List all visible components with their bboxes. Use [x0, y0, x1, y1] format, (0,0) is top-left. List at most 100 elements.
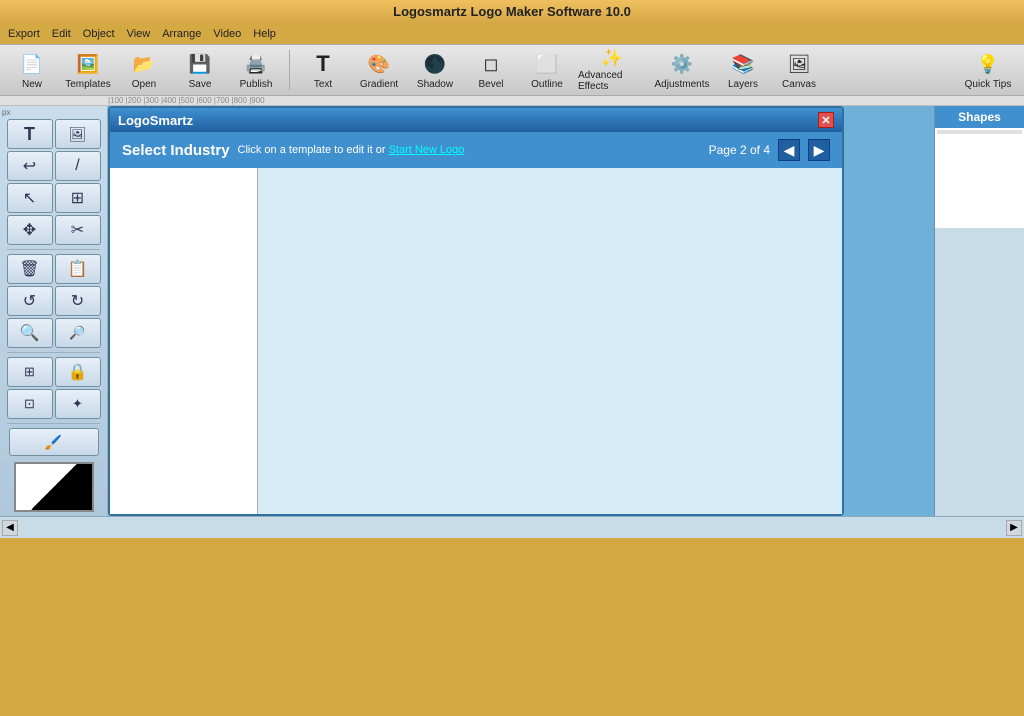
- toolbar-gradient-label: Gradient: [360, 79, 398, 90]
- shapes-grid: [935, 228, 1024, 516]
- toolbar-shadow-label: Shadow: [417, 79, 453, 90]
- toolbar-outline-label: Outline: [531, 79, 563, 90]
- menu-edit[interactable]: Edit: [52, 28, 71, 40]
- crop-tool-btn[interactable]: ⊞: [55, 183, 101, 213]
- menu-view[interactable]: View: [127, 28, 151, 40]
- toolbar-new-btn[interactable]: 📄 New: [6, 47, 58, 93]
- dialog-title: LogoSmartz: [118, 113, 193, 128]
- dialog-header-right: Page 2 of 4 ◀ ▶: [709, 139, 830, 161]
- toolbar-templates-btn[interactable]: 🖼️ Templates: [62, 47, 114, 93]
- menu-help[interactable]: Help: [253, 28, 276, 40]
- color-scroll-right-btn[interactable]: ▶: [1006, 520, 1022, 536]
- select-industry-label: Select Industry: [122, 142, 230, 159]
- toolbar-quick-tips-btn[interactable]: 💡 Quick Tips: [958, 47, 1018, 93]
- templates-icon: 🖼️: [74, 50, 102, 78]
- undo2-btn[interactable]: ↺: [7, 286, 53, 316]
- zoom-out-btn[interactable]: 🔎: [55, 318, 101, 348]
- toolbar-text-btn[interactable]: T Text: [297, 47, 349, 93]
- group-btn[interactable]: ⊡: [7, 389, 53, 419]
- select-tool-btn[interactable]: ↖: [7, 183, 53, 213]
- toolbar-adv-effects-label: Advanced Effects: [578, 70, 646, 92]
- toolbar-quick-tips-label: Quick Tips: [965, 79, 1012, 90]
- image-tool-btn[interactable]: 🖼: [55, 119, 101, 149]
- start-new-link[interactable]: Start New Logo: [389, 144, 465, 156]
- menu-arrange[interactable]: Arrange: [162, 28, 201, 40]
- dialog-header-left: Select Industry Click on a template to e…: [122, 142, 464, 159]
- new-icon: 📄: [18, 50, 46, 78]
- toolbar-text-label: Text: [314, 79, 332, 90]
- dialog-close-btn[interactable]: ✕: [818, 112, 834, 128]
- undo-btn[interactable]: ↩: [7, 151, 53, 181]
- move-tool-btn[interactable]: ✥: [7, 215, 53, 245]
- ruler-horizontal: |100 |200 |300 |400 |500 |600 |700 |800 …: [0, 96, 1024, 106]
- tool-row-8: ⊞ 🔒: [2, 357, 105, 387]
- main-row: px T 🖼 ↩ / ↖ ⊞ ✥ ✂ 🗑 📋 ↺ ↻ 🔍 🔎: [0, 106, 1024, 516]
- tool-row-4: ✥ ✂: [2, 215, 105, 245]
- star-btn[interactable]: ✦: [55, 389, 101, 419]
- menu-object[interactable]: Object: [83, 28, 115, 40]
- zoom-in-btn[interactable]: 🔍: [7, 318, 53, 348]
- redo-btn[interactable]: ↻: [55, 286, 101, 316]
- shapes-tab[interactable]: Shapes: [935, 106, 1024, 128]
- shadow-icon: 🌑: [421, 50, 449, 78]
- toolbar-bevel-label: Bevel: [478, 79, 503, 90]
- toolbar-layers-btn[interactable]: 📚 Layers: [717, 47, 769, 93]
- toolbar-bevel-btn[interactable]: ◻ Bevel: [465, 47, 517, 93]
- toolbar-open-label: Open: [132, 79, 156, 90]
- gradient-icon: 🎨: [365, 50, 393, 78]
- tool-row-9: ⊡ ✦: [2, 389, 105, 419]
- tool-separator-2: [7, 352, 100, 353]
- color-box[interactable]: [14, 462, 94, 512]
- dialog-title-bar: LogoSmartz ✕: [110, 108, 842, 132]
- toolbar: 📄 New 🖼️ Templates 📂 Open 💾 Save 🖨️ Publ…: [0, 44, 1024, 96]
- pencil-tool-btn[interactable]: /: [55, 151, 101, 181]
- save-icon: 💾: [186, 50, 214, 78]
- toolbar-sep-1: [289, 50, 290, 90]
- toolbar-new-label: New: [22, 79, 42, 90]
- tool-separator: [7, 249, 100, 250]
- toolbar-canvas-label: Canvas: [782, 79, 816, 90]
- outline-icon: ⬜: [533, 50, 561, 78]
- industry-list[interactable]: [110, 168, 258, 514]
- copy-tool-btn[interactable]: 📋: [55, 254, 101, 284]
- dialog-body: [110, 168, 842, 514]
- adjustments-icon: ⚙️: [668, 50, 696, 78]
- canvas-icon: 🖼: [785, 50, 813, 78]
- tool-row-3: ↖ ⊞: [2, 183, 105, 213]
- align-btn[interactable]: ⊞: [7, 357, 53, 387]
- delete-tool-btn[interactable]: 🗑: [7, 254, 53, 284]
- prev-page-btn[interactable]: ◀: [778, 139, 800, 161]
- left-toolbar: px T 🖼 ↩ / ↖ ⊞ ✥ ✂ 🗑 📋 ↺ ↻ 🔍 🔎: [0, 106, 108, 516]
- industry-mini-list[interactable]: [935, 128, 1024, 228]
- toolbar-adjustments-btn[interactable]: ⚙️ Adjustments: [651, 47, 713, 93]
- text-tool-btn[interactable]: T: [7, 119, 53, 149]
- right-panel: Shapes: [934, 106, 1024, 516]
- toolbar-open-btn[interactable]: 📂 Open: [118, 47, 170, 93]
- toolbar-save-btn[interactable]: 💾 Save: [174, 47, 226, 93]
- bottom-color-strip: ◀ ▶: [0, 516, 1024, 538]
- open-icon: 📂: [130, 50, 158, 78]
- menu-export[interactable]: Export: [8, 28, 40, 40]
- tool-row-7: 🔍 🔎: [2, 318, 105, 348]
- adv-effects-icon: ✨: [598, 48, 626, 69]
- toolbar-adv-effects-btn[interactable]: ✨ Advanced Effects: [577, 47, 647, 93]
- toolbar-canvas-btn[interactable]: 🖼 Canvas: [773, 47, 825, 93]
- cut-tool-btn[interactable]: ✂: [55, 215, 101, 245]
- next-page-btn[interactable]: ▶: [808, 139, 830, 161]
- app-title: Logosmartz Logo Maker Software 10.0: [393, 4, 631, 19]
- brush-btn[interactable]: 🖌️: [9, 428, 99, 456]
- toolbar-templates-label: Templates: [65, 79, 111, 90]
- menu-video[interactable]: Video: [213, 28, 241, 40]
- tool-separator-3: [7, 423, 100, 424]
- layers-icon: 📚: [729, 50, 757, 78]
- toolbar-publish-btn[interactable]: 🖨️ Publish: [230, 47, 282, 93]
- toolbar-shadow-btn[interactable]: 🌑 Shadow: [409, 47, 461, 93]
- tool-row-6: ↺ ↻: [2, 286, 105, 316]
- toolbar-save-label: Save: [189, 79, 212, 90]
- toolbar-outline-btn[interactable]: ⬜ Outline: [521, 47, 573, 93]
- lock-btn[interactable]: 🔒: [55, 357, 101, 387]
- color-scroll-left-btn[interactable]: ◀: [2, 520, 18, 536]
- toolbar-publish-label: Publish: [240, 79, 273, 90]
- publish-icon: 🖨️: [242, 50, 270, 78]
- toolbar-gradient-btn[interactable]: 🎨 Gradient: [353, 47, 405, 93]
